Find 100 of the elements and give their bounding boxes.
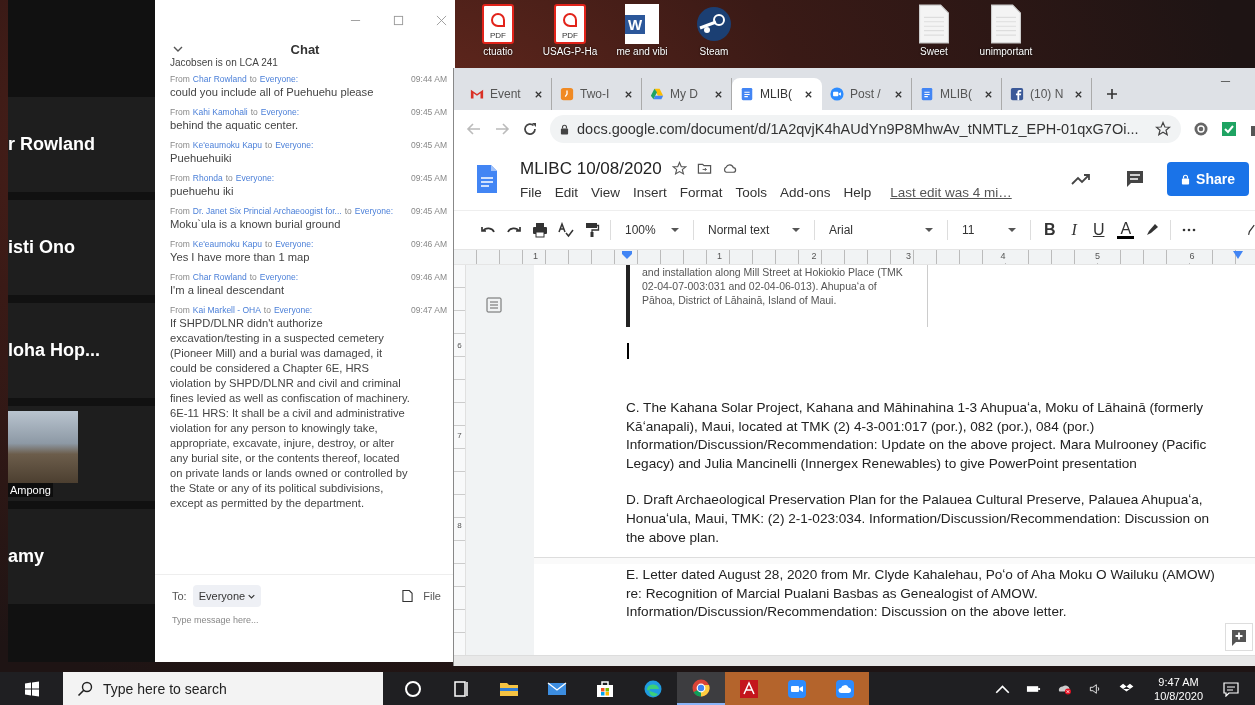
sender-name[interactable]: Char Rowland	[192, 272, 247, 282]
sender-name[interactable]: Ke'eaumoku Kapu	[192, 140, 263, 150]
sender-name[interactable]: Kahi Kamohali	[192, 107, 248, 117]
zoom-dropdown[interactable]: 100%	[621, 223, 683, 237]
browser-tab[interactable]: Post /	[822, 78, 912, 110]
menu-item[interactable]: View	[591, 184, 621, 200]
sender-name[interactable]: Ke'eaumoku Kapu	[192, 239, 263, 249]
recipient-name[interactable]: Everyone:	[260, 107, 300, 117]
last-edit-link[interactable]: Last edit was 4 mi…	[890, 184, 1012, 200]
message-from-label: From	[170, 305, 190, 315]
address-bar[interactable]: docs.google.com/document/d/1A2qvjK4hAUdYn9P8MhwAv_tNMTLz_EPH-01qxG7Oi...	[550, 115, 1181, 143]
message-text: behind the aquatic center.	[170, 118, 300, 133]
clock-time[interactable]: 9:47 AM	[1158, 674, 1199, 689]
italic-button[interactable]: I	[1068, 221, 1080, 239]
desktop-icon-label[interactable]: Sweet	[920, 46, 948, 57]
recipient-name[interactable]: Everyone:	[354, 206, 394, 216]
message-text: Moku`ula is a known burial ground	[170, 217, 342, 232]
desktop-icon-label[interactable]: unimportant	[979, 46, 1033, 57]
message-to-label: to	[265, 140, 273, 150]
message-time: 09:44 AM	[411, 74, 447, 84]
underline-button[interactable]: U	[1089, 221, 1108, 239]
message-from-label: From	[170, 173, 190, 183]
message-from-label: From	[170, 107, 190, 117]
document-paragraph: C. The Kahana Solar Project, Kahana and Māhinahina 1-3 Ahupuaʻa, Moku of Lāhainā (formerly Kāʻanapali), Maui, located at TMK (2) 4-3-001:017 (por.), 082 (por.), 084 (por.) Information/Discussion/Recommendation: Update on the above project. Mara Mulrooney (Pacific Legacy) and Julia Mancinelli (Innergex Renewables) to give PowerPoint presentation	[626, 399, 1208, 473]
desktop-icon-label[interactable]: Steam	[699, 46, 729, 57]
font-dropdown[interactable]: Arial	[825, 223, 937, 237]
browser-tab[interactable]: MLIB(	[912, 78, 1002, 110]
menu-item[interactable]: Help	[843, 184, 872, 200]
document-paragraph: D. Draft Archaeological Preservation Plan for the Palauea Cultural Preserve, Palauea Ahupuaʻa, Honuaʻula, Maui, TMK: (2) 2-1-023:034. Information/Discussion/Recommendation: Discussion on the above plan.	[626, 491, 1211, 547]
message-time: 09:45 AM	[411, 206, 447, 216]
horizontal-ruler: 1 1 2 3 4 5 6	[454, 249, 1255, 265]
participant-name: Ampong	[8, 483, 53, 497]
desktop-icon-label[interactable]: USAG-P-Ha	[542, 46, 598, 57]
clock-date[interactable]: 10/8/2020	[1154, 688, 1203, 703]
document-title[interactable]: MLIBC 10/08/2020	[520, 158, 662, 179]
message-time: 09:46 AM	[411, 272, 447, 282]
message-time: 09:45 AM	[411, 107, 447, 117]
message-time: 09:45 AM	[411, 173, 447, 183]
menu-item[interactable]: File	[520, 184, 542, 200]
sender-name[interactable]: Rhonda	[192, 173, 223, 183]
message-time: 09:45 AM	[411, 140, 447, 150]
recipient-name[interactable]: Everyone:	[259, 74, 299, 84]
pdf-file-icon[interactable]: PDF	[554, 4, 586, 44]
message-text: If SHPD/DLNR didn't authorize excavation/testing in a suspected cemetery (Pioneer Mill) and a burial was damaged, it could be considered a Chapter 6E, HRS violation by SHPD/DLNR and civil and criminal fines levied as well as confiscation of machinery. 6E-11 HRS: It shall be a civil and administrative violation for any person to knowingly take, appropriate, excavate, injure, destroy, or alter any burial site, or the contents thereof, located on private lands or lands owned or controlled by the State or any of its political subdivisions, except as permitted by the department.	[170, 316, 410, 511]
vertical-ruler: 6 7 8	[454, 265, 466, 655]
message-from-label: From	[170, 206, 190, 216]
recipient-dropdown[interactable]: Everyone	[192, 585, 262, 607]
message-to-label: to	[249, 74, 257, 84]
recipient-name[interactable]: Everyone:	[235, 173, 274, 183]
browser-tab[interactable]: Two-I	[552, 78, 642, 110]
desktop-icon-label[interactable]: me and vibi	[616, 46, 668, 57]
recipient-name[interactable]: Everyone:	[275, 140, 314, 150]
recipient-name[interactable]: Everyone:	[275, 239, 314, 249]
style-dropdown[interactable]: Normal text	[704, 223, 804, 237]
pdf-file-icon[interactable]: PDF	[482, 4, 514, 44]
message-text: Puehuehuiki	[170, 151, 233, 166]
message-from-label: From	[170, 74, 190, 84]
sender-name[interactable]: Dr. Janet Six Princial Archaeoogist for...	[192, 206, 342, 216]
menu-item[interactable]: Add-ons	[780, 184, 831, 200]
to-label: To:	[172, 590, 187, 602]
browser-tab[interactable]: MLIB(	[732, 78, 822, 110]
word-document-icon[interactable]: W	[625, 4, 659, 44]
search-field[interactable]: Type here to search	[63, 672, 383, 705]
menu-item[interactable]: Edit	[554, 184, 579, 200]
participant-name: isti Ono	[8, 237, 75, 258]
participant-name: r Rowland	[8, 134, 95, 155]
message-time: 09:46 AM	[411, 239, 447, 249]
message-to-label: to	[263, 305, 271, 315]
message-text: Yes I have more than 1 map	[170, 250, 311, 265]
menu-item[interactable]: Insert	[633, 184, 667, 200]
message-to-label: to	[265, 239, 273, 249]
color-button[interactable]: A	[1117, 221, 1135, 239]
message-text: Jacobsen is on LCA 241	[170, 58, 279, 67]
sender-name[interactable]: Kai Markell - OHA	[192, 305, 261, 315]
message-from-label: From	[170, 239, 190, 249]
message-time: 09:47 AM	[411, 305, 447, 315]
message-to-label: to	[344, 206, 352, 216]
recipient-name[interactable]: Everyone:	[259, 272, 299, 282]
message-text: puehuehu iki	[170, 184, 235, 199]
bold-button[interactable]: B	[1041, 221, 1059, 239]
message-to-label: to	[249, 272, 257, 282]
share-button[interactable]: Share	[1167, 162, 1249, 196]
menu-item[interactable]: Format	[679, 184, 723, 200]
message-text: could you include all of Puehuehu please	[170, 85, 375, 100]
message-text: I'm a lineal descendant	[170, 283, 286, 298]
file-button[interactable]: File	[419, 590, 445, 602]
chat-title: Chat	[289, 41, 321, 57]
menu-item[interactable]: Tools	[735, 184, 768, 200]
browser-tab[interactable]: Event	[462, 78, 552, 110]
message-from-label: From	[170, 140, 190, 150]
participant-name: amy	[8, 546, 45, 567]
recipient-name[interactable]: Everyone:	[273, 305, 313, 315]
desktop-icon-label[interactable]: ctuatio	[483, 46, 513, 57]
sender-name[interactable]: Char Rowland	[192, 74, 247, 84]
message-to-label: to	[250, 107, 258, 117]
browser-tab[interactable]: (10) N	[1002, 78, 1092, 110]
document-paragraph: E. Letter dated August 28, 2020 from Mr. Clyde Kahalehau, Poʻo of Aha Moku O Wailuku (AMOW) re: Recognition of Marcial Pualani Basbas as Genealogist of AMOW. Information/Discussion/Recommendation: Discussion on the above letter.	[626, 566, 1216, 622]
participant-name: loha Hop...	[8, 340, 100, 361]
url-text[interactable]: docs.google.com/document/d/1A2qvjK4hAUdYn9P8MhwAv_tNMTLz_EPH-01qxG7Oi...	[577, 121, 1139, 137]
font-size-dropdown[interactable]: 11	[958, 223, 1020, 237]
